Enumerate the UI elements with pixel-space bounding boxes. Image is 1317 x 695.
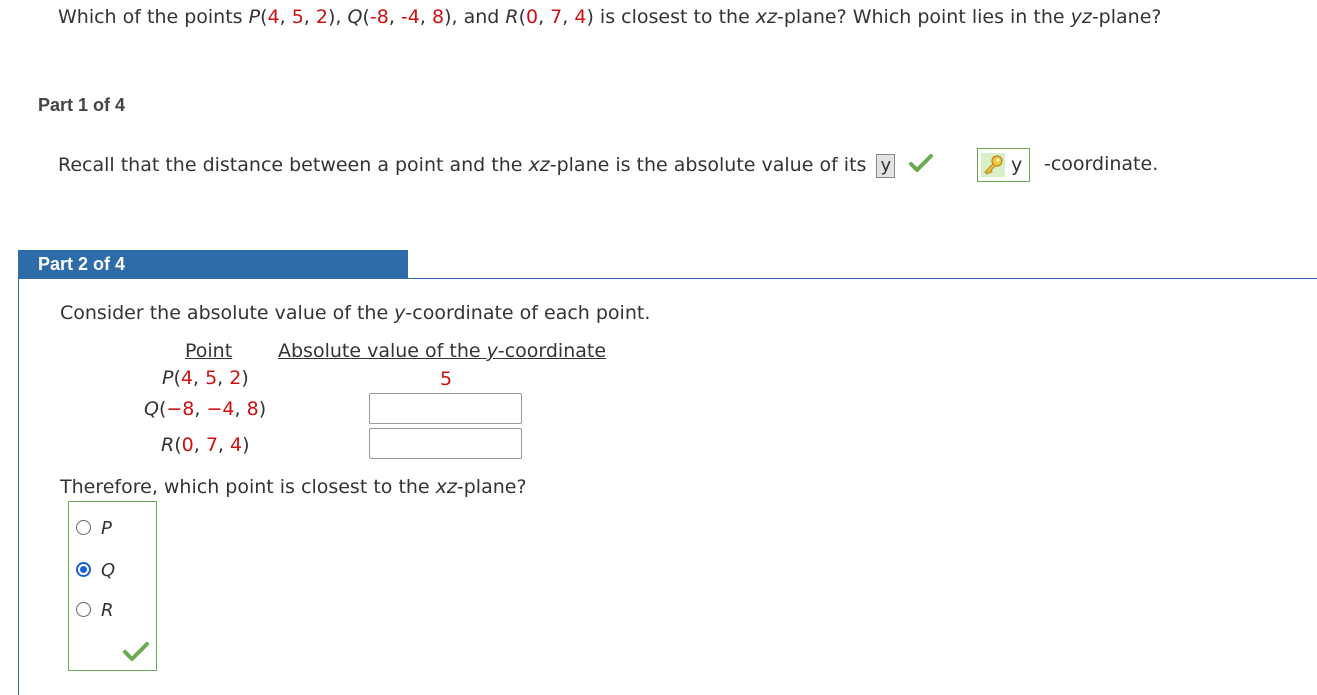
- key-answer: y: [1011, 154, 1023, 176]
- check-icon: [909, 153, 934, 178]
- radio-p[interactable]: [76, 519, 91, 535]
- part2-instruction: Consider the absolute value of the y-coo…: [60, 302, 651, 324]
- choice-p[interactable]: P: [76, 518, 112, 539]
- choice-q[interactable]: Q: [76, 560, 115, 581]
- answer-key-box[interactable]: y: [977, 148, 1030, 182]
- table-row-point-q: Q(−8, −4, 8): [144, 398, 267, 420]
- radio-q-selected[interactable]: [76, 561, 91, 577]
- abs-value-p: 5: [440, 368, 453, 390]
- column-header-abs-value: Absolute value of the y-coordinate: [278, 340, 607, 362]
- entered-answer: y: [876, 154, 896, 178]
- question-text: Which of the points P(4, 5, 2), Q(-8, -4…: [58, 6, 1162, 28]
- check-icon: [123, 640, 149, 666]
- choice-group: P Q R: [68, 501, 157, 671]
- part1-recall-text: Recall that the distance between a point…: [58, 153, 934, 178]
- key-icon: [981, 153, 1005, 177]
- abs-value-q-input[interactable]: [369, 393, 522, 424]
- part2-left-border: [18, 279, 19, 695]
- table-row-point-r: R(0, 7, 4): [161, 434, 250, 456]
- part2-title: Part 2 of 4: [18, 250, 408, 279]
- column-header-point: Point: [185, 340, 233, 362]
- radio-r[interactable]: [76, 601, 91, 617]
- coordinate-suffix: -coordinate.: [1044, 153, 1159, 175]
- choice-r[interactable]: R: [76, 600, 114, 621]
- part2-question: Therefore, which point is closest to the…: [60, 476, 527, 498]
- table-row-point-p: P(4, 5, 2): [162, 367, 249, 389]
- part2-divider: [408, 278, 1317, 279]
- abs-value-r-input[interactable]: [369, 428, 522, 459]
- part1-title: Part 1 of 4: [38, 95, 126, 115]
